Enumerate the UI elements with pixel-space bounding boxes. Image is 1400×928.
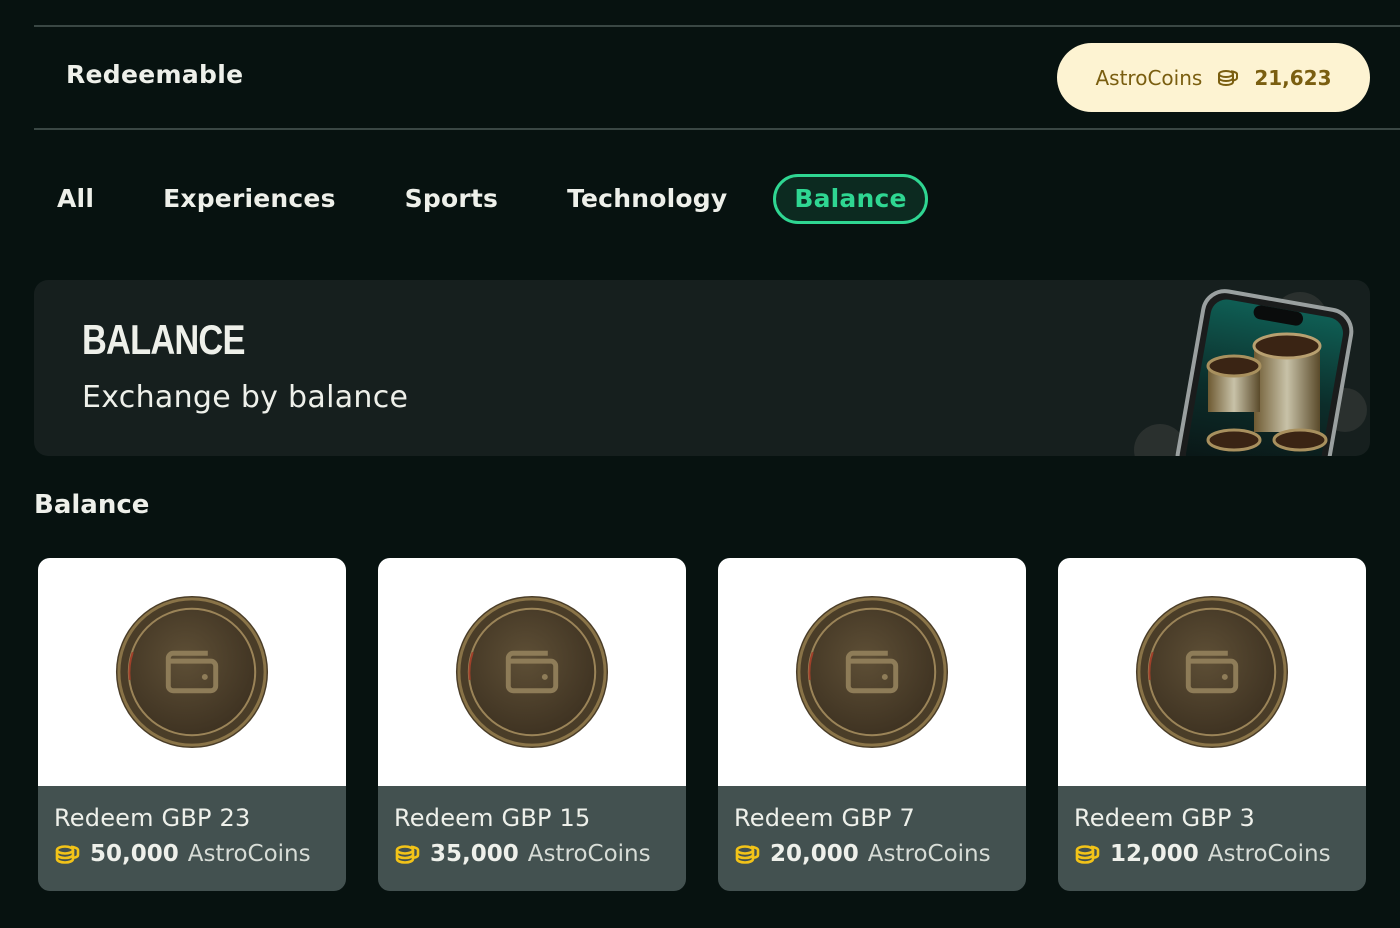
tab-experiences[interactable]: Experiences [140, 174, 359, 224]
tab-all[interactable]: All [34, 174, 117, 224]
price-unit: AstroCoins [527, 841, 651, 867]
price-amount: 35,000 [430, 841, 519, 867]
phone-with-coins-illustration [1130, 280, 1370, 456]
balance-value: 21,623 [1254, 65, 1332, 90]
reward-cards: Redeem GBP 23 50,000 AstroCoins Redeem G… [38, 558, 1366, 891]
reward-card[interactable]: Redeem GBP 15 35,000 AstroCoins [378, 558, 686, 891]
coin-stack-icon [1216, 66, 1240, 90]
balance-label: AstroCoins [1095, 65, 1203, 90]
price-amount: 50,000 [90, 841, 179, 867]
price-unit: AstroCoins [1207, 841, 1331, 867]
reward-card[interactable]: Redeem GBP 3 12,000 AstroCoins [1058, 558, 1366, 891]
reward-card[interactable]: Redeem GBP 23 50,000 AstroCoins [38, 558, 346, 891]
price-amount: 12,000 [1110, 841, 1199, 867]
category-tabs: All Experiences Sports Technology Balanc… [34, 174, 951, 224]
wallet-coin-image [718, 558, 1026, 786]
card-price: 12,000 AstroCoins [1074, 840, 1350, 868]
gold-coins-icon [1074, 840, 1102, 868]
card-title: Redeem GBP 15 [394, 804, 591, 832]
wallet-coin-image [38, 558, 346, 786]
card-price: 20,000 AstroCoins [734, 840, 1010, 868]
card-title: Redeem GBP 3 [1074, 804, 1255, 832]
tab-balance[interactable]: Balance [773, 174, 928, 224]
price-amount: 20,000 [770, 841, 859, 867]
tab-technology[interactable]: Technology [544, 174, 750, 224]
category-banner: BALANCE Exchange by balance [34, 280, 1370, 456]
banner-subtitle: Exchange by balance [82, 380, 409, 415]
astrocoins-balance-pill[interactable]: AstroCoins 21,623 [1057, 43, 1370, 112]
section-title: Balance [34, 490, 150, 520]
page-title: Redeemable [66, 60, 244, 89]
gold-coins-icon [54, 840, 82, 868]
wallet-coin-image [378, 558, 686, 786]
reward-card[interactable]: Redeem GBP 7 20,000 AstroCoins [718, 558, 1026, 891]
card-title: Redeem GBP 23 [54, 804, 251, 832]
banner-title: BALANCE [82, 316, 245, 363]
header-divider [34, 128, 1400, 130]
price-unit: AstroCoins [187, 841, 311, 867]
tab-sports[interactable]: Sports [382, 174, 521, 224]
price-unit: AstroCoins [867, 841, 991, 867]
top-divider [34, 25, 1400, 27]
gold-coins-icon [394, 840, 422, 868]
card-price: 50,000 AstroCoins [54, 840, 330, 868]
card-price: 35,000 AstroCoins [394, 840, 670, 868]
card-title: Redeem GBP 7 [734, 804, 915, 832]
wallet-coin-image [1058, 558, 1366, 786]
gold-coins-icon [734, 840, 762, 868]
